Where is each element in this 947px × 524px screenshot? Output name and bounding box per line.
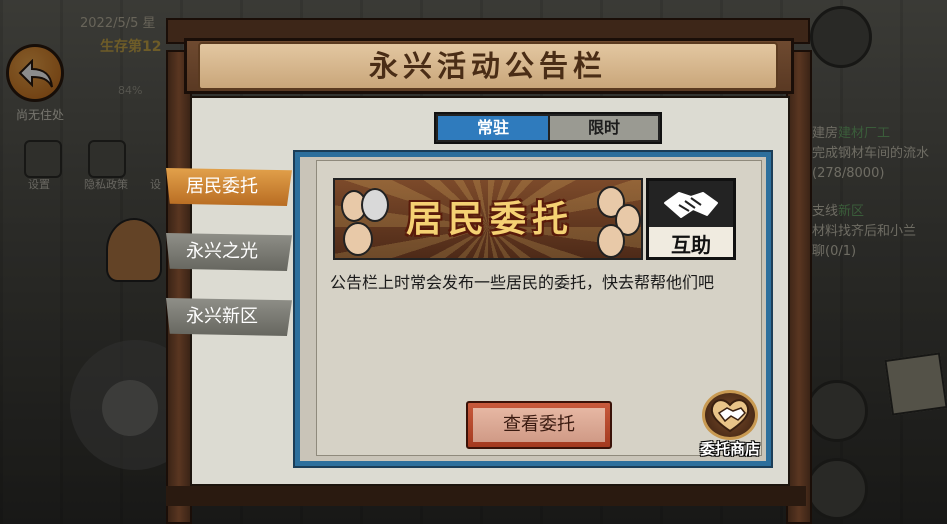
mutual-aid-badge: 互助 bbox=[646, 178, 736, 260]
board-title: 永兴活动公告栏 bbox=[368, 49, 607, 83]
description-text: 公告栏上时常会发布一些居民的委托，快去帮帮他们吧 bbox=[330, 273, 715, 292]
event-banner: 居民委托 bbox=[333, 178, 643, 260]
request-shop-label: 委托商店 bbox=[699, 440, 760, 458]
view-requests-button[interactable]: 查看委托 bbox=[466, 401, 612, 449]
category-yongxing-district[interactable]: 永兴新区 bbox=[166, 298, 292, 336]
resident-portrait bbox=[597, 224, 625, 258]
request-shop-button[interactable]: 委托商店 bbox=[690, 390, 770, 460]
tab-group: 常驻 限时 bbox=[434, 112, 662, 144]
view-requests-label: 查看委托 bbox=[473, 408, 605, 442]
category-resident-request[interactable]: 居民委托 bbox=[166, 168, 292, 206]
resident-portrait bbox=[361, 188, 389, 222]
tab-limited[interactable]: 限时 bbox=[550, 116, 658, 140]
banner-title: 居民委托 bbox=[405, 199, 574, 240]
resident-portrait bbox=[343, 222, 373, 256]
heart-handshake-icon bbox=[702, 390, 758, 440]
handshake-icon bbox=[649, 181, 733, 227]
category-yongxing-light[interactable]: 永兴之光 bbox=[166, 233, 292, 271]
board-left-post bbox=[166, 50, 192, 524]
tab-permanent[interactable]: 常驻 bbox=[438, 116, 548, 140]
board-bottom-beam bbox=[166, 486, 806, 506]
mutual-aid-label: 互助 bbox=[671, 233, 711, 257]
